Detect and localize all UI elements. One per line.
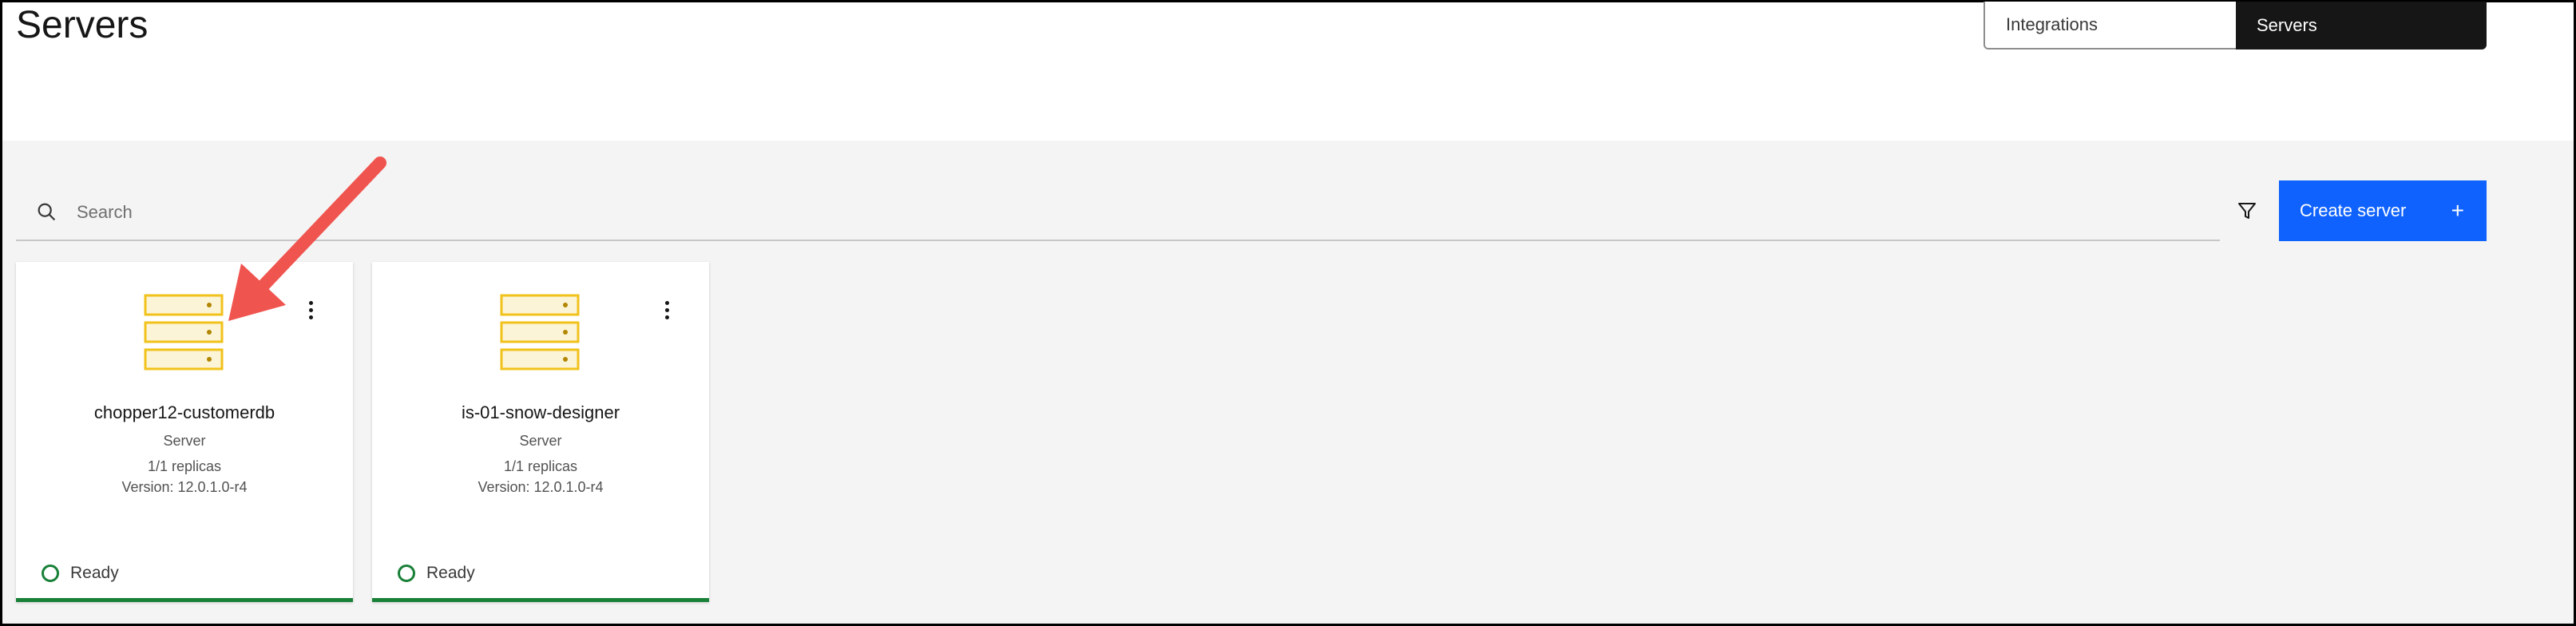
status-text: Ready xyxy=(70,564,119,582)
create-server-button[interactable]: Create server + xyxy=(2279,180,2487,241)
ready-status-icon xyxy=(42,565,59,582)
create-server-label: Create server xyxy=(2300,200,2407,220)
server-icon xyxy=(144,294,224,370)
overflow-menu-icon[interactable] xyxy=(655,295,679,324)
annotation-arrow-icon xyxy=(228,156,386,321)
server-type: Server xyxy=(163,433,206,449)
status-indicator: Ready xyxy=(398,564,475,583)
toggle-integrations[interactable]: Integrations xyxy=(1984,2,2236,50)
server-icon xyxy=(500,294,580,370)
status-text: Ready xyxy=(426,564,475,582)
page-title: Servers xyxy=(16,4,149,46)
server-card[interactable]: is-01-snow-designer Server 1/1 replicas … xyxy=(372,262,709,602)
server-version: Version: 12.0.1.0-r4 xyxy=(121,479,248,495)
server-replicas: 1/1 replicas xyxy=(503,458,578,474)
server-name: chopper12-customerdb xyxy=(93,402,275,422)
view-toggle: Integrations Servers xyxy=(1984,2,2487,50)
server-version: Version: 12.0.1.0-r4 xyxy=(478,479,604,495)
server-replicas: 1/1 replicas xyxy=(147,458,222,474)
server-name: is-01-snow-designer xyxy=(461,402,620,422)
ready-status-icon xyxy=(398,565,415,582)
toggle-servers[interactable]: Servers xyxy=(2236,2,2487,50)
status-indicator: Ready xyxy=(42,564,119,583)
server-type: Server xyxy=(519,433,562,449)
filter-icon[interactable] xyxy=(2236,200,2258,222)
plus-icon: + xyxy=(2451,198,2464,223)
search-icon xyxy=(38,203,56,221)
